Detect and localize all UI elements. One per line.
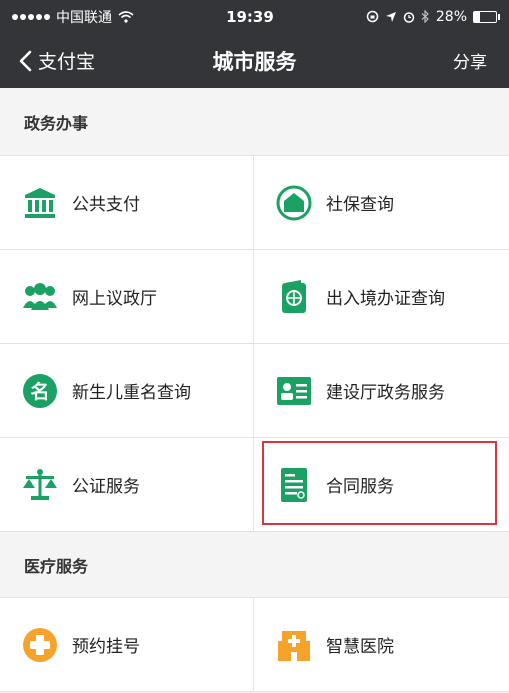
bluetooth-icon xyxy=(421,10,429,23)
scale-icon xyxy=(22,467,58,503)
service-social-security[interactable]: 社保查询 xyxy=(254,156,509,250)
section-header-government: 政务办事 xyxy=(0,88,509,155)
government-services-grid: 公共支付 社保查询 网上议政厅 出入境办证查询 名 新生儿重名查询 建设厅政务服… xyxy=(0,155,509,532)
service-public-payment[interactable]: 公共支付 xyxy=(0,156,254,250)
back-label: 支付宝 xyxy=(38,51,96,73)
svg-text:名: 名 xyxy=(30,380,49,403)
service-appointment[interactable]: 预约挂号 xyxy=(0,598,254,692)
signal-icon xyxy=(12,13,50,20)
status-bar: 中国联通 19:39 28% xyxy=(0,0,509,33)
home-shield-icon xyxy=(276,185,312,221)
rotation-lock-icon xyxy=(366,10,379,23)
status-right: 28% xyxy=(366,8,500,25)
hospital-icon xyxy=(276,627,312,663)
service-online-forum[interactable]: 网上议政厅 xyxy=(0,250,254,344)
id-card-icon xyxy=(276,373,312,409)
service-contract[interactable]: 合同服务 xyxy=(254,438,509,532)
service-label: 新生儿重名查询 xyxy=(72,383,191,403)
service-label: 公共支付 xyxy=(72,195,140,215)
alarm-icon xyxy=(403,11,415,23)
service-label: 社保查询 xyxy=(326,195,394,215)
bank-icon xyxy=(22,185,58,221)
people-icon xyxy=(22,279,58,315)
name-badge-icon: 名 xyxy=(22,373,58,409)
back-button[interactable]: 支付宝 xyxy=(18,33,95,88)
status-time: 19:39 xyxy=(226,7,274,26)
medical-services-grid: 预约挂号 智慧医院 xyxy=(0,597,509,692)
location-icon xyxy=(385,11,396,22)
passport-icon xyxy=(276,279,312,315)
wifi-icon xyxy=(118,10,134,23)
battery-percent: 28% xyxy=(435,8,467,25)
medical-cross-icon xyxy=(22,627,58,663)
service-label: 智慧医院 xyxy=(326,637,394,657)
service-label: 合同服务 xyxy=(326,477,394,497)
service-exit-entry-query[interactable]: 出入境办证查询 xyxy=(254,250,509,344)
section-header-medical: 医疗服务 xyxy=(0,532,509,597)
service-smart-hospital[interactable]: 智慧医院 xyxy=(254,598,509,692)
service-construction-dept[interactable]: 建设厅政务服务 xyxy=(254,344,509,438)
carrier-name: 中国联通 xyxy=(56,9,112,26)
navigation-bar: 支付宝 城市服务 分享 xyxy=(0,33,509,88)
status-left: 中国联通 xyxy=(12,7,134,27)
service-newborn-name-query[interactable]: 名 新生儿重名查询 xyxy=(0,344,254,438)
service-label: 公证服务 xyxy=(72,477,140,497)
service-label: 建设厅政务服务 xyxy=(326,383,445,403)
contract-icon xyxy=(276,467,312,503)
chevron-left-icon xyxy=(19,50,32,71)
service-label: 网上议政厅 xyxy=(72,289,157,309)
service-label: 预约挂号 xyxy=(72,637,140,657)
service-notary[interactable]: 公证服务 xyxy=(0,438,254,532)
share-button[interactable]: 分享 xyxy=(453,33,487,88)
service-label: 出入境办证查询 xyxy=(326,289,445,309)
battery-icon xyxy=(473,10,500,23)
